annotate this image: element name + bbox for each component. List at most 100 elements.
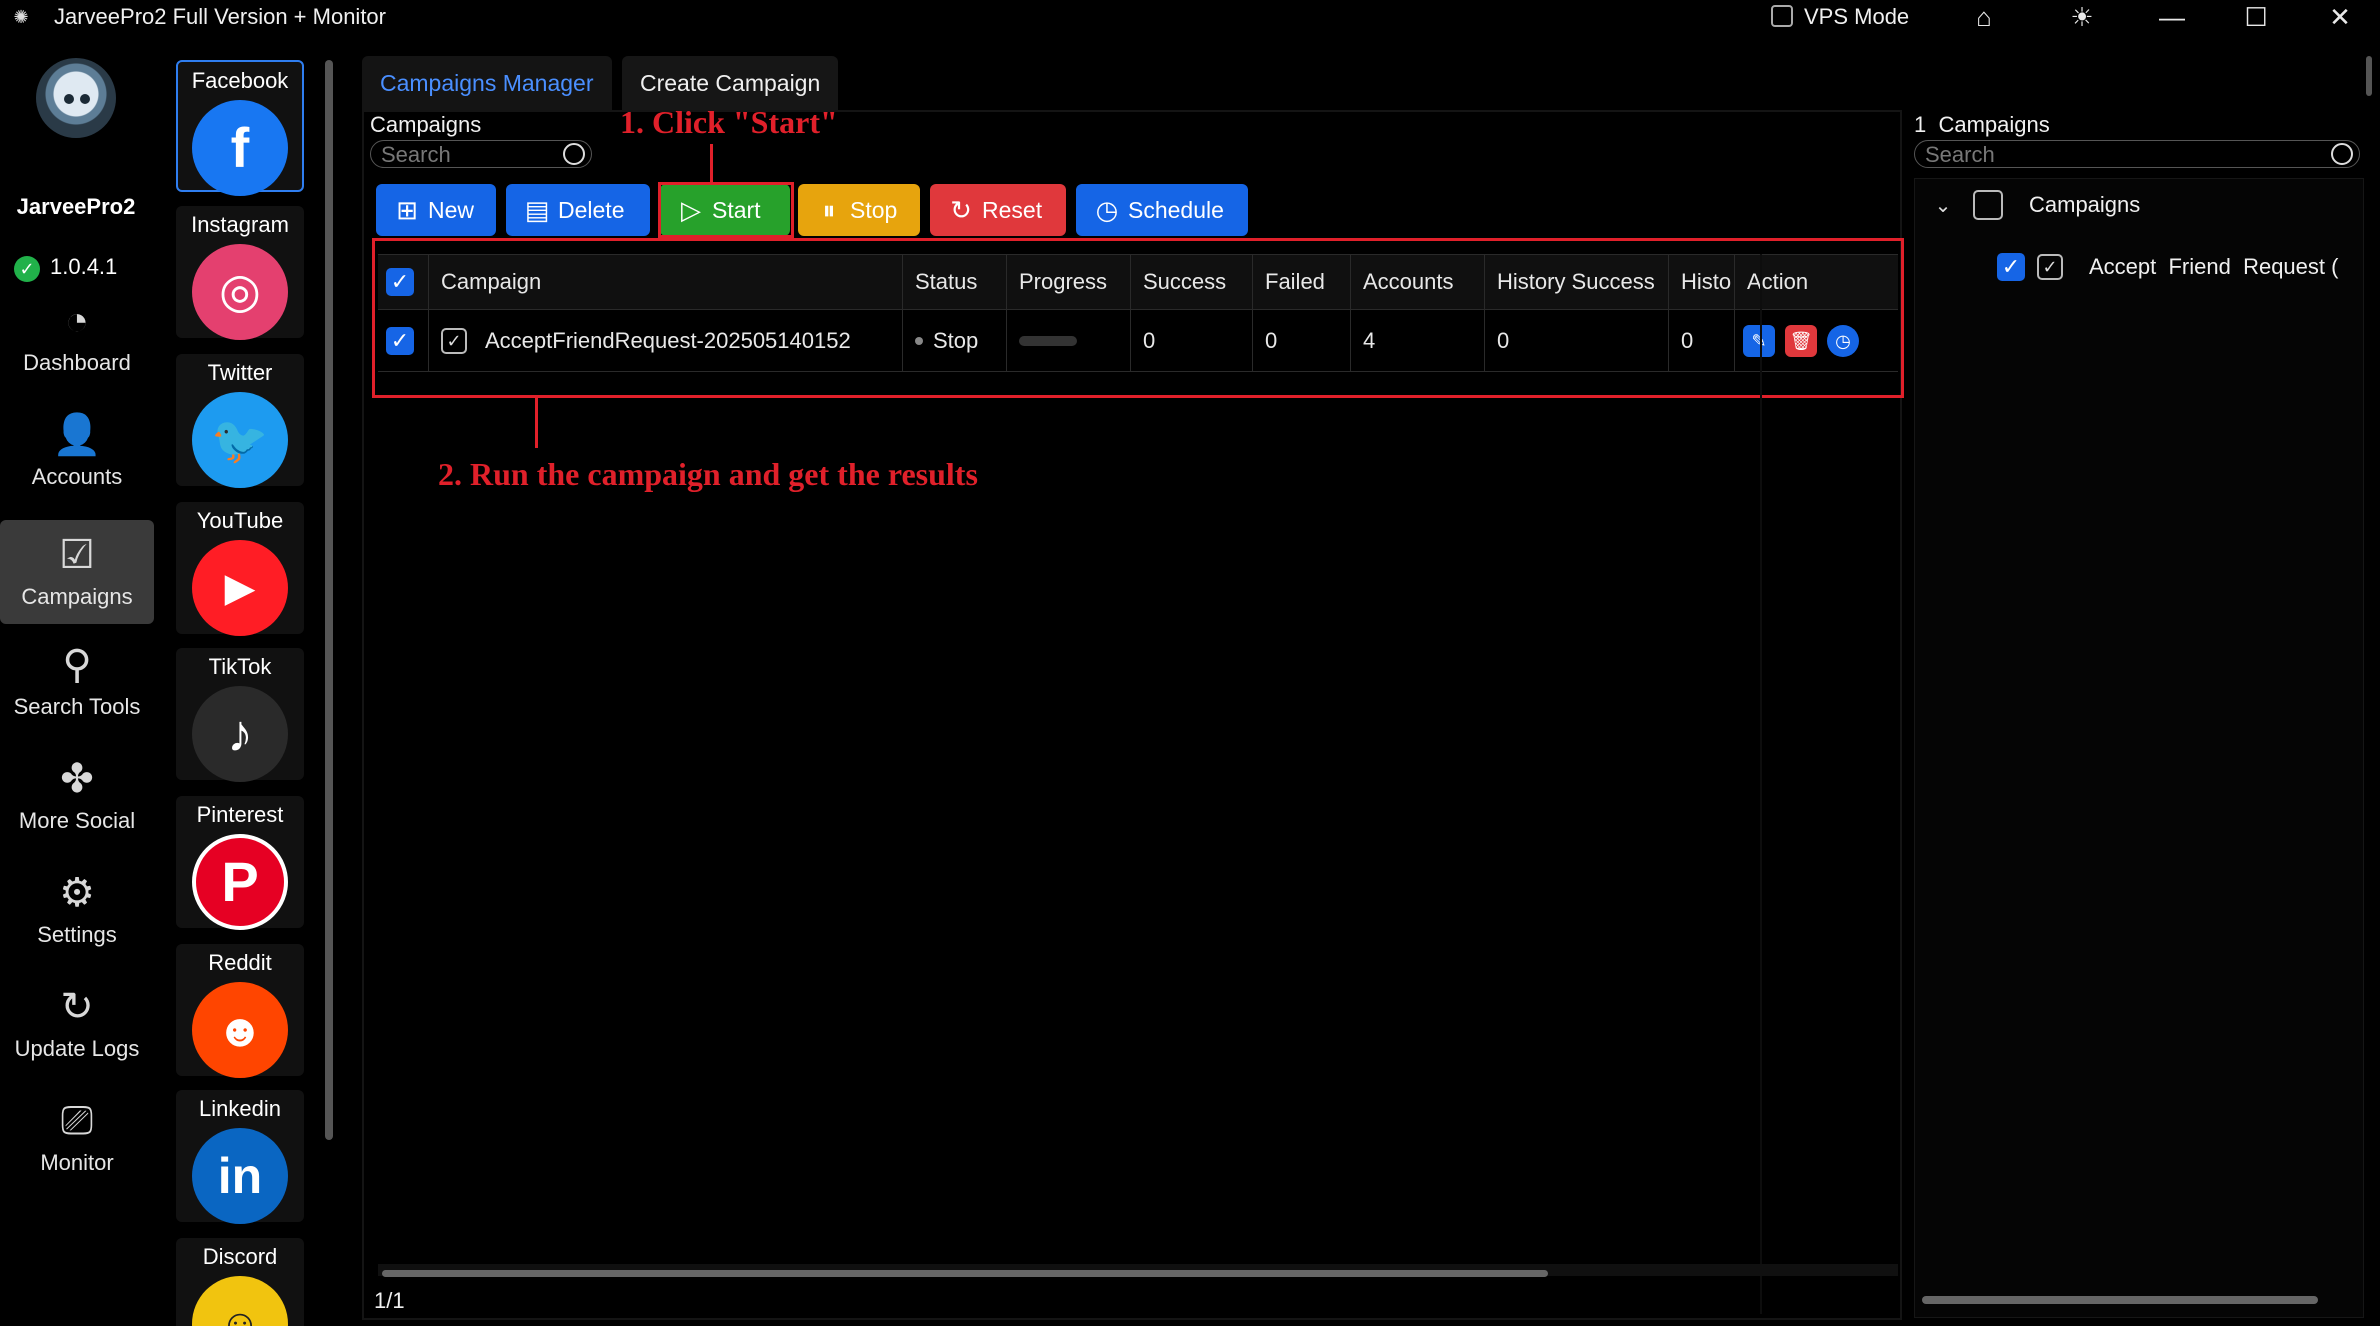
social-item-tiktok[interactable]: TikTok ♪ [176, 648, 304, 782]
campaign-name: AcceptFriendRequest-202505140152 [485, 327, 851, 353]
nav-item-update-logs[interactable]: ↻ Update Logs [0, 972, 154, 1076]
schedule-button[interactable]: ◷ Schedule [1076, 184, 1248, 236]
trash-icon[interactable]: 🗑 [1785, 324, 1817, 357]
nav-label: Campaigns [21, 584, 133, 609]
col-progress[interactable]: Progress [1006, 255, 1130, 309]
pause-icon: ⏸ [822, 195, 836, 225]
delete-label: Delete [558, 197, 625, 223]
vps-mode-checkbox[interactable] [1771, 5, 1793, 27]
select-all-checkbox-cell[interactable]: ✓ [378, 255, 428, 309]
social-network-list: Facebook f Instagram ◎ Twitter 🐦 YouTube… [168, 54, 312, 1326]
annotation-box-start [658, 182, 794, 238]
social-label: Reddit [208, 950, 272, 975]
col-history-failed[interactable]: Histo [1668, 255, 1734, 309]
new-label: New [428, 197, 475, 223]
social-item-youtube[interactable]: YouTube ▶ [176, 502, 304, 636]
social-label: Discord [202, 1244, 278, 1269]
tab-create-campaign[interactable]: Create Campaign [622, 56, 839, 110]
accounts-value: 4 [1350, 310, 1484, 371]
status-dot-icon [915, 336, 923, 345]
col-failed[interactable]: Failed [1252, 255, 1350, 309]
right-campaign-count: 1 Campaigns [1914, 112, 2050, 138]
social-scrollbar[interactable] [325, 60, 333, 1140]
delete-button[interactable]: ▤ Delete [506, 184, 650, 236]
table-hscrollbar[interactable] [382, 1270, 1548, 1277]
col-campaign[interactable]: Campaign [428, 255, 902, 309]
social-label: Facebook [191, 68, 289, 93]
stop-button[interactable]: ⏸ Stop [798, 184, 920, 236]
reset-label: Reset [982, 197, 1043, 223]
tab-campaigns-manager[interactable]: Campaigns Manager [362, 56, 612, 110]
pinterest-icon: P [192, 834, 288, 930]
social-item-twitter[interactable]: Twitter 🐦 [176, 354, 304, 488]
annotation-line-2 [535, 398, 538, 448]
theme-sun-icon[interactable]: ☀ [2062, 0, 2102, 34]
campaign-task-icon: ✓ [2037, 254, 2063, 280]
tree-item-checkbox[interactable]: ✓ [1997, 253, 2025, 281]
minimize-icon[interactable]: — [2152, 0, 2192, 34]
row-checkbox[interactable]: ✓ [386, 326, 414, 355]
youtube-icon: ▶ [192, 540, 288, 636]
nav-item-monitor[interactable]: ⎚ Monitor [0, 1086, 154, 1190]
nav-item-accounts[interactable]: 👤 Accounts [0, 400, 154, 504]
nav-item-settings[interactable]: ⚙ Settings [0, 858, 154, 962]
tree-root-campaigns[interactable]: ⌄ Campaigns [1933, 183, 2140, 227]
campaign-search-input[interactable]: Search [370, 140, 592, 168]
failed-value: 0 [1252, 310, 1350, 371]
campaigns-icon: ☑ [59, 533, 95, 577]
reset-button[interactable]: ↻ Reset [930, 184, 1066, 236]
select-all-checkbox[interactable]: ✓ [386, 268, 414, 296]
social-item-linkedin[interactable]: Linkedin in [176, 1090, 304, 1224]
history-failed-value: 0 [1668, 310, 1734, 371]
social-item-reddit[interactable]: Reddit ☻ [176, 944, 304, 1078]
tree-root-checkbox[interactable] [1973, 190, 2003, 220]
col-action: Action [1734, 255, 1898, 309]
tree-root-label: Campaigns [2029, 192, 2141, 217]
nav-label: More Social [18, 808, 136, 833]
brand-name: JarveePro2 [16, 194, 136, 219]
col-accounts[interactable]: Accounts [1350, 255, 1484, 309]
social-item-discord[interactable]: Discord ☺ [176, 1238, 304, 1326]
campaigns-label: Campaigns [370, 112, 482, 137]
maximize-icon[interactable]: ☐ [2236, 0, 2276, 34]
new-button[interactable]: ⊞ New [376, 184, 496, 236]
schedule-clock-icon[interactable]: ◷ [1827, 324, 1859, 357]
chevron-down-icon[interactable]: ⌄ [1933, 193, 1953, 218]
window-title: JarveePro2 Full Version + Monitor [54, 4, 386, 29]
social-label: Linkedin [199, 1096, 281, 1121]
edit-icon[interactable]: ✎ [1743, 324, 1775, 357]
discord-icon: ☺ [192, 1276, 288, 1326]
nav-item-dashboard[interactable]: ◔ Dashboard [0, 286, 154, 390]
progress-bar [1019, 335, 1077, 346]
social-item-instagram[interactable]: Instagram ◎ [176, 206, 304, 340]
left-nav: JarveePro2 ✓ 1.0.4.1 ◔ Dashboard 👤 Accou… [0, 34, 160, 1326]
column-divider [1760, 254, 1762, 1314]
table-row[interactable]: ✓ ✓ AcceptFriendRequest-202505140152 Sto… [378, 310, 1898, 372]
close-icon[interactable]: ✕ [2320, 0, 2360, 34]
linkedin-icon: in [192, 1128, 288, 1224]
campaign-count: 1 [1914, 112, 1927, 137]
right-search-input[interactable]: Search [1914, 140, 2360, 168]
col-success[interactable]: Success [1130, 255, 1252, 309]
network-icon[interactable]: ⌂ [1964, 0, 2004, 34]
nav-item-campaigns[interactable]: ☑ Campaigns [0, 520, 154, 624]
twitter-icon: 🐦 [192, 392, 288, 488]
col-status[interactable]: Status [902, 255, 1006, 309]
col-history-success[interactable]: History Success [1484, 255, 1668, 309]
row-checkbox-cell[interactable]: ✓ [378, 310, 428, 371]
search-icon[interactable] [563, 143, 585, 165]
nav-item-more-social[interactable]: ✤ More Social [0, 744, 154, 848]
right-hscrollbar[interactable] [1922, 1296, 2318, 1304]
version-ok-icon: ✓ [14, 256, 40, 282]
social-item-facebook[interactable]: Facebook f [176, 60, 304, 196]
social-item-pinterest[interactable]: Pinterest P [176, 796, 304, 930]
right-vscrollbar[interactable] [2366, 56, 2372, 96]
instagram-icon: ◎ [192, 244, 288, 340]
tree-item-accept-friend-request[interactable]: ✓ ✓ Accept Friend Request ( [1997, 245, 2338, 289]
search-icon[interactable] [2331, 143, 2353, 165]
search-placeholder: Search [381, 142, 451, 167]
nav-item-search-tools[interactable]: ⚲ Search Tools [0, 630, 154, 734]
title-bar: ✺ JarveePro2 Full Version + Monitor VPS … [0, 0, 2380, 34]
facebook-icon: f [192, 100, 288, 196]
nav-label: Settings [37, 922, 117, 947]
